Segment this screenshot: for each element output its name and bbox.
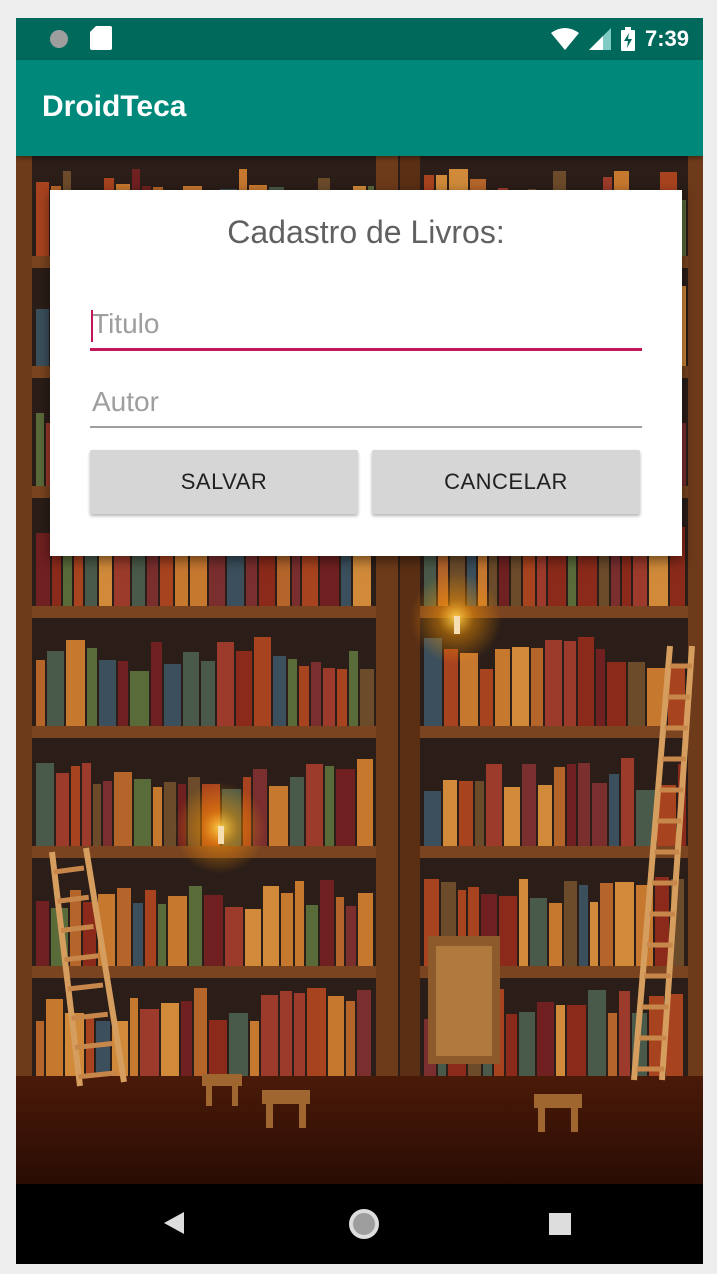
author-field[interactable] [90, 386, 642, 428]
status-time: 7:39 [644, 26, 689, 51]
recents-square-icon[interactable] [549, 1213, 571, 1235]
dialog-title: Cadastro de Livros: [227, 214, 505, 250]
status-icons: 7:39 [550, 25, 689, 53]
add-book-dialog: Cadastro de Livros: SALVAR CANCELAR [50, 190, 682, 556]
cell-signal-icon [588, 28, 611, 50]
author-input[interactable] [90, 386, 642, 428]
wifi-icon [550, 28, 579, 50]
status-bar: 7:39 [16, 18, 703, 60]
title-input[interactable] [90, 308, 642, 351]
save-button[interactable]: SALVAR [90, 450, 358, 514]
text-cursor [91, 310, 93, 342]
app-title: DroidTeca [42, 90, 187, 123]
notification-dot-icon [50, 30, 68, 48]
battery-charging-icon [620, 27, 635, 51]
phone-screen: 7:39 DroidTeca Cadastro de Livros: Titul… [16, 18, 703, 1264]
home-circle-icon[interactable] [348, 1208, 380, 1240]
title-field[interactable] [90, 308, 642, 351]
app-bar: DroidTeca [16, 60, 703, 156]
cancel-button[interactable]: CANCELAR [372, 450, 640, 514]
back-triangle-icon[interactable] [164, 1212, 184, 1234]
sd-card-icon [90, 26, 112, 50]
navigation-bar [16, 1184, 703, 1264]
